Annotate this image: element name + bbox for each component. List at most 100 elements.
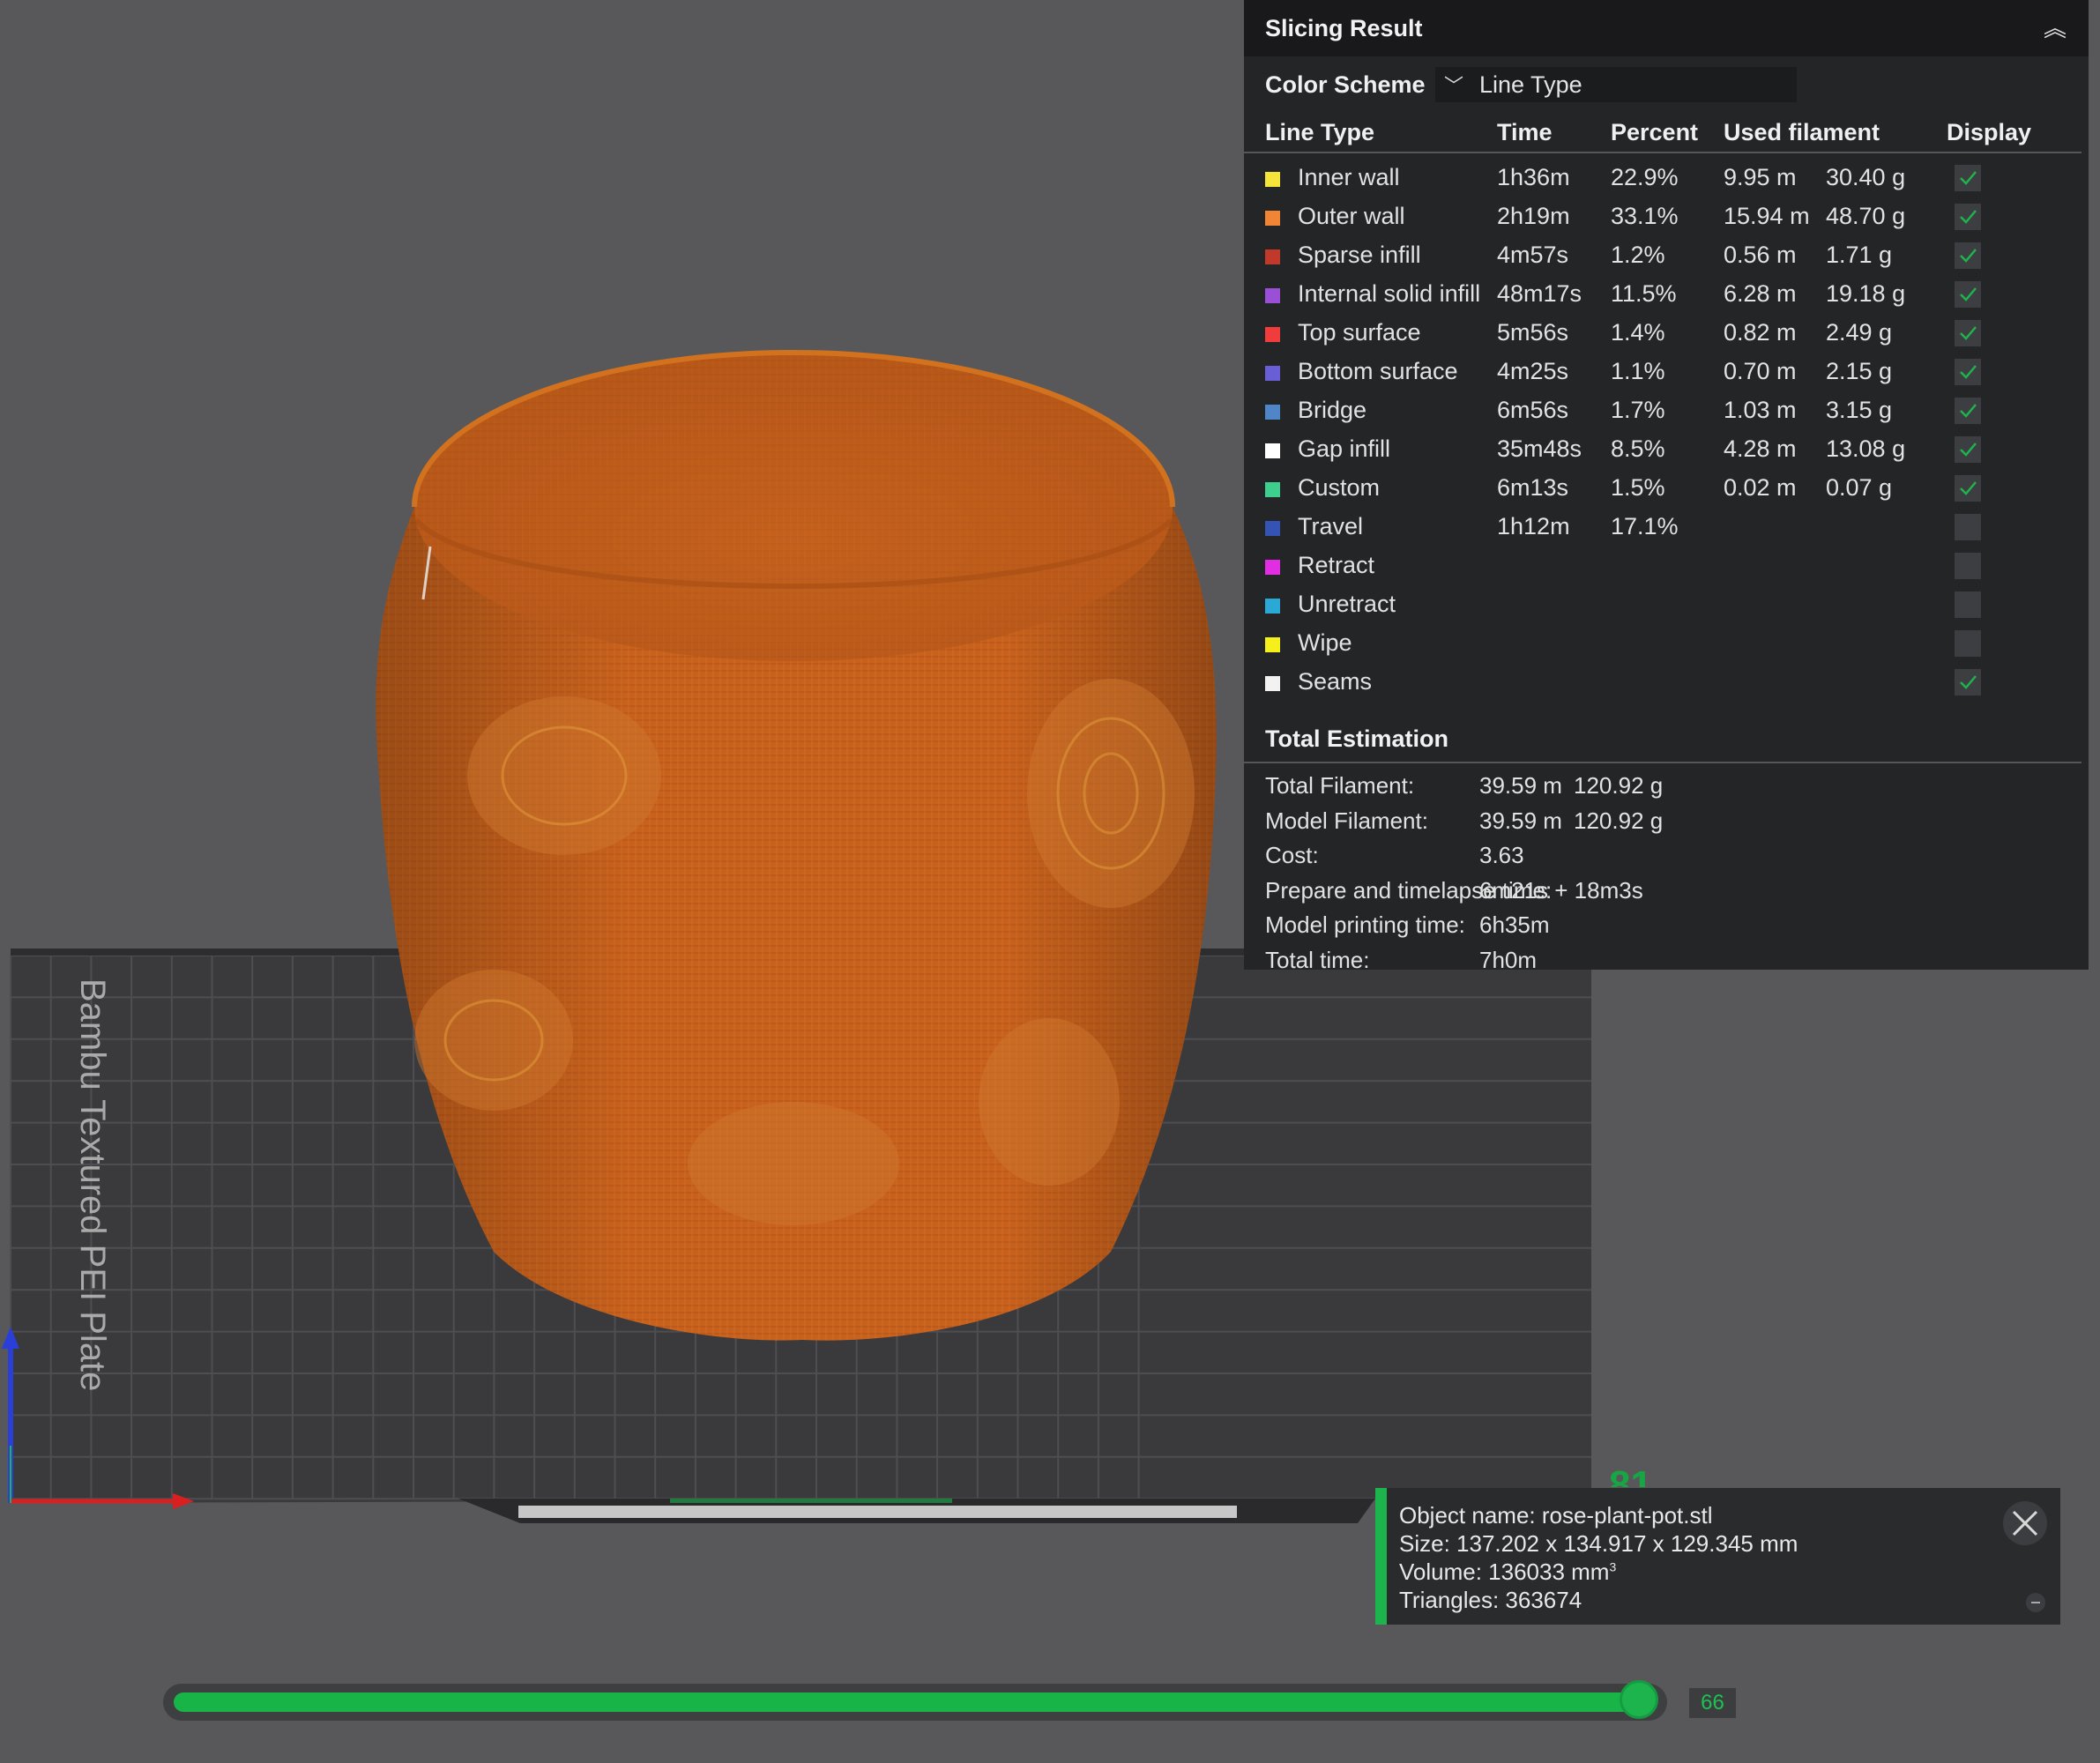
display-checkbox[interactable]	[1955, 165, 1981, 191]
line-type-row: Seams	[1244, 663, 2089, 702]
total-v2: 120.92 g	[1574, 772, 1664, 799]
display-checkbox[interactable]	[1955, 281, 1981, 308]
line-type-length: 0.70 m	[1724, 358, 1797, 384]
line-type-percent: 1.5%	[1611, 474, 1665, 501]
total-v1: 6m21s + 18m3s	[1479, 876, 1643, 904]
plate-bottom-strip	[518, 1506, 1237, 1518]
object-triangles: Triangles: 363674	[1399, 1587, 1582, 1613]
line-type-length: 15.94 m	[1724, 203, 1810, 229]
pot-model[interactable]	[376, 350, 1217, 1341]
display-checkbox[interactable]	[1955, 591, 1981, 618]
line-type-name: Internal solid infill	[1298, 280, 1481, 307]
line-type-row: Bottom surface 4m25s 1.1% 0.70 m 2.15 g	[1244, 353, 2089, 391]
line-type-length: 4.28 m	[1724, 435, 1797, 462]
top-layer-number: 81	[1609, 1463, 1652, 1487]
chevron-down-icon: ﹀	[1444, 75, 1464, 97]
line-type-percent: 33.1%	[1611, 203, 1679, 229]
line-type-length: 0.56 m	[1724, 242, 1797, 268]
line-type-time: 1h36m	[1497, 164, 1570, 190]
display-checkbox[interactable]	[1955, 553, 1981, 579]
line-type-row: Sparse infill 4m57s 1.2% 0.56 m 1.71 g	[1244, 236, 2089, 275]
line-type-name: Bottom surface	[1298, 358, 1458, 384]
column-used-filament: Used filament	[1724, 118, 1880, 145]
total-v1: 7h0m	[1479, 946, 1538, 973]
line-type-length: 0.82 m	[1724, 319, 1797, 346]
display-checkbox[interactable]	[1955, 398, 1981, 424]
line-type-percent: 1.4%	[1611, 319, 1665, 346]
color-swatch	[1265, 599, 1280, 614]
color-swatch	[1265, 521, 1280, 536]
column-percent: Percent	[1611, 118, 1699, 145]
color-swatch	[1265, 172, 1280, 187]
line-type-time: 6m13s	[1497, 474, 1569, 501]
line-type-row: Internal solid infill 48m17s 11.5% 6.28 m 19…	[1244, 275, 2089, 314]
total-label: Model printing time:	[1265, 911, 1465, 938]
line-type-name: Outer wall	[1298, 203, 1405, 229]
line-type-row: Travel 1h12m 17.1%	[1244, 508, 2089, 547]
volume-text: Volume: 136033 mm	[1399, 1558, 1610, 1585]
line-type-weight: 48.70 g	[1826, 203, 1906, 229]
line-type-row: Gap infill 35m48s 8.5% 4.28 m 13.08 g	[1244, 430, 2089, 469]
display-checkbox[interactable]	[1955, 669, 1981, 696]
line-type-name: Seams	[1298, 668, 1373, 695]
display-checkbox[interactable]	[1955, 630, 1981, 657]
line-type-name: Bridge	[1298, 397, 1367, 423]
total-estimation-title: Total Estimation	[1265, 725, 1449, 752]
checkmark-icon	[1960, 443, 1977, 457]
total-row: Cost: 3.63	[1244, 838, 2089, 874]
line-type-name: Wipe	[1298, 629, 1352, 656]
color-scheme-value: Line Type	[1479, 71, 1582, 98]
line-type-length: 0.02 m	[1724, 474, 1797, 501]
total-estimation-list: Total Filament: 39.59 m 120.92 g Model Fila…	[1244, 769, 2089, 978]
line-type-weight: 3.15 g	[1826, 397, 1893, 423]
line-type-length: 6.28 m	[1724, 280, 1797, 307]
total-label: Model Filament:	[1265, 807, 1428, 834]
line-type-time: 5m56s	[1497, 319, 1569, 346]
layer-slider-thumb[interactable]	[1620, 1680, 1658, 1719]
slicing-result-panel: Slicing Result ︽ Color Scheme ﹀ Line Typ…	[1244, 0, 2089, 973]
total-v1: 39.59 m	[1479, 807, 1562, 834]
total-divider	[1244, 762, 2081, 763]
volume-unit-sup: 3	[1609, 1559, 1617, 1574]
checkmark-icon	[1960, 404, 1977, 418]
layer-slider-fill	[174, 1692, 1639, 1712]
line-type-name: Top surface	[1298, 319, 1421, 346]
display-checkbox[interactable]	[1955, 436, 1981, 463]
display-checkbox[interactable]	[1955, 242, 1981, 269]
line-type-name: Travel	[1298, 513, 1364, 539]
display-checkbox[interactable]	[1955, 359, 1981, 385]
total-row: Model Filament: 39.59 m 120.92 g	[1244, 804, 2089, 839]
info-accent-bar	[1375, 1488, 1387, 1625]
line-type-weight: 0.07 g	[1826, 474, 1893, 501]
line-type-rows: Inner wall 1h36m 22.9% 9.95 m 30.40 g Outer w…	[1244, 153, 2089, 702]
line-type-row: Inner wall 1h36m 22.9% 9.95 m 30.40 g	[1244, 159, 2089, 197]
checkmark-icon	[1960, 481, 1977, 495]
checkmark-icon	[1960, 249, 1977, 263]
color-swatch	[1265, 288, 1280, 303]
total-label: Total Filament:	[1265, 772, 1415, 799]
total-row: Model printing time: 6h35m	[1244, 908, 2089, 943]
color-swatch	[1265, 560, 1280, 575]
column-time: Time	[1497, 118, 1553, 145]
object-info-box: Object name: rose-plant-pot.stl Size: 13…	[1375, 1488, 2060, 1625]
color-scheme-dropdown[interactable]: ﹀ Line Type	[1435, 67, 1797, 102]
line-type-weight: 2.15 g	[1826, 358, 1893, 384]
display-checkbox[interactable]	[1955, 514, 1981, 540]
close-icon[interactable]	[2003, 1501, 2047, 1545]
line-type-time: 35m48s	[1497, 435, 1582, 462]
color-scheme-label: Color Scheme	[1265, 71, 1426, 98]
display-checkbox[interactable]	[1955, 204, 1981, 230]
color-swatch	[1265, 211, 1280, 226]
line-type-percent: 11.5%	[1611, 280, 1677, 307]
minimize-icon[interactable]	[2026, 1593, 2045, 1612]
display-checkbox[interactable]	[1955, 475, 1981, 502]
display-checkbox[interactable]	[1955, 320, 1981, 346]
column-line-type: Line Type	[1265, 118, 1375, 145]
line-type-percent: 22.9%	[1611, 164, 1679, 190]
color-swatch	[1265, 405, 1280, 420]
collapse-up-icon[interactable]: ︽	[2044, 17, 2066, 40]
line-type-weight: 13.08 g	[1826, 435, 1906, 462]
line-type-time: 6m56s	[1497, 397, 1569, 423]
line-type-row: Wipe	[1244, 624, 2089, 663]
line-type-weight: 2.49 g	[1826, 319, 1893, 346]
